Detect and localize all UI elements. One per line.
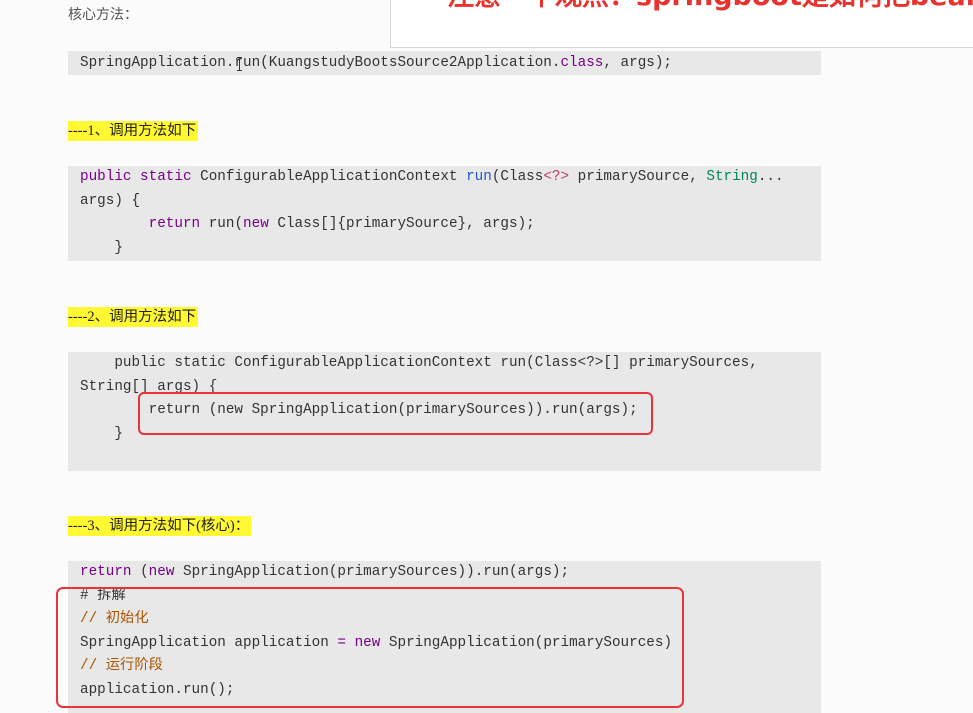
code-token: SpringApplication(primarySources)).run(a… xyxy=(174,564,570,580)
section-heading-1: ----1、调用方法如下 xyxy=(68,121,199,141)
code-token: (Class xyxy=(491,169,544,185)
code-token: ... xyxy=(757,169,784,185)
code-line: // 初始化 xyxy=(80,608,821,632)
code-block-step-3: return (new SpringApplication(primarySou… xyxy=(68,561,821,713)
code-line: SpringApplication.run(KuangstudyBootsSou… xyxy=(80,51,821,75)
code-line: application.run(); xyxy=(80,679,821,703)
code-line: args) { xyxy=(80,190,821,214)
code-line: SpringApplication application = new Spri… xyxy=(80,632,821,656)
code-token: primarySource, xyxy=(569,169,707,185)
section-heading-3: ----3、调用方法如下(核心)： xyxy=(68,516,252,536)
code-token: SpringApplication(primarySources) xyxy=(380,634,673,651)
code-token: public static xyxy=(80,169,192,185)
code-token: SpringApplication application xyxy=(80,634,338,651)
overlay-window: 注意一个观点：springboot是如何把bean xyxy=(390,0,973,48)
code-token: } xyxy=(80,425,123,442)
code-line: return (new SpringApplication(primarySou… xyxy=(80,561,821,585)
code-token: <?> xyxy=(543,169,570,185)
code-token: ( xyxy=(131,564,149,580)
code-token: String[] args) { xyxy=(80,378,218,395)
code-token: return xyxy=(148,216,201,233)
code-line: } xyxy=(80,423,821,447)
code-token: public static ConfigurableApplicationCon… xyxy=(80,355,758,371)
code-token: new xyxy=(243,216,269,233)
code-token: = xyxy=(337,634,346,651)
code-token: , args); xyxy=(603,55,673,71)
code-token: class xyxy=(560,55,604,71)
code-line: public static ConfigurableApplicationCon… xyxy=(80,352,821,376)
code-token: args) { xyxy=(80,192,141,209)
code-block-core-call: SpringApplication.run(KuangstudyBootsSou… xyxy=(68,51,821,75)
code-token: ConfigurableApplicationContext xyxy=(191,169,467,185)
code-token: String xyxy=(706,169,758,185)
code-token: // 初始化 xyxy=(80,611,149,628)
code-token: new xyxy=(354,634,381,651)
code-token: // 运行阶段 xyxy=(80,658,163,675)
code-token: return xyxy=(80,564,132,580)
code-token: Class[]{primarySource}, args); xyxy=(268,216,535,233)
code-line: public static ConfigurableApplicationCon… xyxy=(80,166,821,190)
code-block-step-1: public static ConfigurableApplicationCon… xyxy=(68,166,821,261)
text-cursor-icon xyxy=(236,57,243,71)
code-line: } xyxy=(80,237,821,261)
code-line: # 拆解 xyxy=(80,585,821,609)
code-token: # 拆解 xyxy=(80,587,126,604)
intro-label: 核心方法： xyxy=(68,8,138,23)
overlay-headline: 注意一个观点：springboot是如何把bean xyxy=(447,0,973,11)
section-heading-2: ----2、调用方法如下 xyxy=(68,307,199,327)
code-line: return run(new Class[]{primarySource}, a… xyxy=(80,213,821,237)
code-token: SpringApplication.run(KuangstudyBootsSou… xyxy=(80,55,561,71)
code-token: return (new SpringApplication(primarySou… xyxy=(80,402,638,419)
code-token: new xyxy=(148,564,175,580)
code-token: application.run(); xyxy=(80,681,235,698)
code-line: return (new SpringApplication(primarySou… xyxy=(80,399,821,423)
code-line: // 运行阶段 xyxy=(80,655,821,679)
code-token: run( xyxy=(200,216,244,233)
code-line: String[] args) { xyxy=(80,376,821,400)
code-token: run xyxy=(466,169,492,185)
code-token: } xyxy=(80,239,123,256)
code-block-step-2: public static ConfigurableApplicationCon… xyxy=(68,352,821,471)
